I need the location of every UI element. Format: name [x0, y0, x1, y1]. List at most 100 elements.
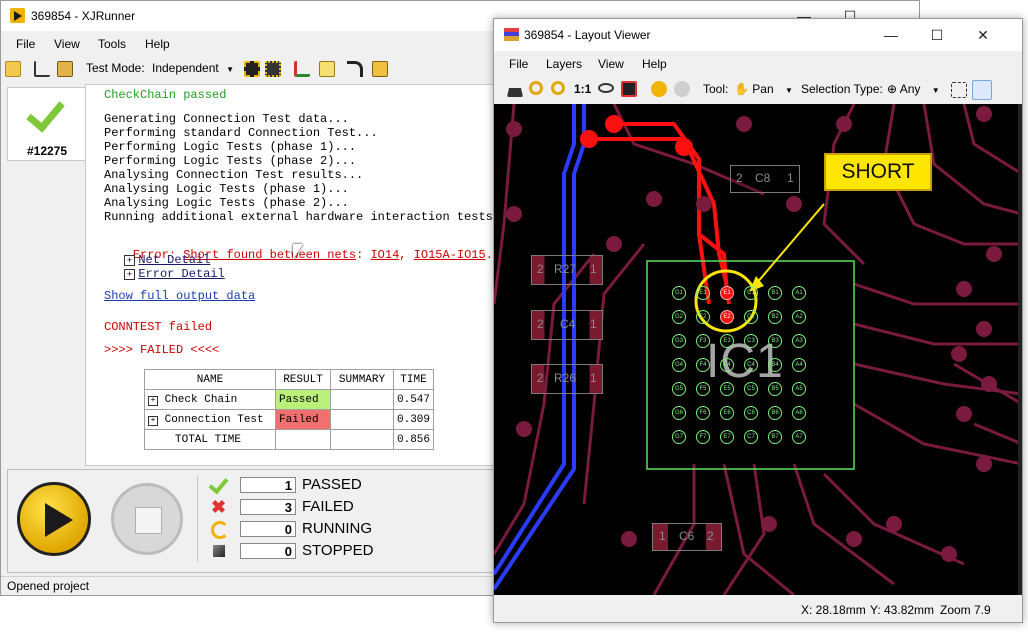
menu-help[interactable]: Help — [145, 37, 170, 51]
viewer-menu-help[interactable]: Help — [642, 57, 667, 71]
ic-pad[interactable]: G6 — [672, 406, 686, 420]
component-pin: 1 — [590, 371, 597, 385]
project-icon[interactable] — [57, 61, 73, 77]
component-label: R26 — [554, 371, 577, 385]
chip-icon[interactable] — [244, 61, 260, 77]
forward-arrow-icon[interactable] — [674, 81, 690, 97]
chevron-down-icon: ▼ — [226, 65, 234, 74]
ic-pad[interactable]: C6 — [744, 406, 758, 420]
ic-pad-shorted[interactable]: E2 — [720, 310, 734, 324]
stop-button[interactable] — [111, 483, 183, 555]
net-detail-expander[interactable]: + Net Detail — [124, 252, 210, 267]
tool-value: Pan — [752, 82, 774, 96]
ic-pad[interactable]: B4 — [768, 358, 782, 372]
chip-pair-icon[interactable] — [265, 61, 281, 77]
eye-icon[interactable] — [598, 83, 614, 93]
ic-pad[interactable]: C3 — [744, 334, 758, 348]
passed-count: 1 — [240, 477, 296, 493]
ic-pad[interactable]: F3 — [696, 334, 710, 348]
report-icon[interactable] — [319, 61, 335, 77]
box-select-icon[interactable] — [951, 82, 967, 98]
ic-pad[interactable]: A7 — [792, 430, 806, 444]
expand-plus-icon[interactable]: + — [148, 395, 158, 406]
ic-pad[interactable]: G4 — [672, 358, 686, 372]
ic-pad[interactable]: B3 — [768, 334, 782, 348]
ic-pad[interactable]: F6 — [696, 406, 710, 420]
component-r27[interactable]: 2 R27 1 — [531, 255, 603, 285]
tool-select[interactable]: ✋ Pan ▼ — [734, 82, 793, 96]
pcb-canvas[interactable]: 2 C8 1 2 R27 1 2 C4 1 2 R26 1 1 C6 2 IC1 — [494, 104, 1022, 595]
component-r26[interactable]: 2 R26 1 — [531, 364, 603, 394]
ic-pad[interactable]: G1 — [672, 286, 686, 300]
viewer-maximize-button[interactable]: ☐ — [914, 19, 960, 51]
ic-pad[interactable]: F5 — [696, 382, 710, 396]
ic-pad[interactable]: B5 — [768, 382, 782, 396]
ic-pad[interactable]: C5 — [744, 382, 758, 396]
ic-pad[interactable]: E1 — [696, 286, 710, 300]
ic-pad[interactable]: E6 — [720, 406, 734, 420]
home-icon[interactable] — [507, 81, 523, 97]
menu-file[interactable]: File — [16, 37, 35, 51]
component-c8[interactable]: 2 C8 1 — [730, 165, 800, 193]
viewer-menu-layers[interactable]: Layers — [546, 57, 582, 71]
bar-chart-icon[interactable] — [294, 61, 310, 77]
error-detail-expander[interactable]: + Error Detail — [124, 266, 225, 281]
zoom-out-icon[interactable] — [529, 81, 543, 95]
ic-pad[interactable]: G2 — [672, 310, 686, 324]
ic-pad[interactable]: G7 — [672, 430, 686, 444]
run-button[interactable] — [17, 482, 91, 556]
menu-view[interactable]: View — [54, 37, 80, 51]
expand-plus-icon[interactable]: + — [148, 415, 158, 426]
viewer-minimize-button[interactable]: — — [868, 19, 914, 51]
net-link-io14[interactable]: IO14 — [370, 248, 399, 262]
ic-pad[interactable]: F2 — [696, 310, 710, 324]
component-c6[interactable]: 1 C6 2 — [652, 523, 722, 551]
highlight-icon[interactable] — [621, 81, 637, 97]
show-full-output-link[interactable]: Show full output data — [104, 289, 255, 303]
ic-pad[interactable]: F4 — [696, 358, 710, 372]
selection-type-select[interactable]: ⊕ Any ▼ — [887, 82, 940, 96]
ic-pad[interactable]: A4 — [792, 358, 806, 372]
ic-pad[interactable]: B7 — [768, 430, 782, 444]
table-row[interactable]: + Connection Test Failed 0.309 — [144, 409, 435, 430]
viewer-close-button[interactable]: ✕ — [960, 19, 1006, 51]
viewer-menu-file[interactable]: File — [509, 57, 528, 71]
ic-pad[interactable]: C4 — [744, 358, 758, 372]
ic-pad[interactable]: E4 — [720, 358, 734, 372]
component-c4[interactable]: 2 C4 1 — [531, 310, 603, 340]
menu-tools[interactable]: Tools — [98, 37, 126, 51]
printer-icon[interactable] — [372, 61, 388, 77]
ic-pad[interactable]: C7 — [744, 430, 758, 444]
ic-pad[interactable]: C1 — [744, 286, 758, 300]
ic-pad[interactable]: B2 — [768, 310, 782, 324]
pointer-icon[interactable] — [972, 80, 992, 100]
ic-pad[interactable]: B6 — [768, 406, 782, 420]
ic-pad[interactable]: A5 — [792, 382, 806, 396]
table-row[interactable]: + Check Chain Passed 0.547 — [144, 389, 435, 410]
vertical-scrollbar[interactable] — [1018, 104, 1022, 595]
ic-pad[interactable]: A3 — [792, 334, 806, 348]
ic-pad[interactable]: B1 — [768, 286, 782, 300]
tree-icon[interactable] — [34, 61, 50, 77]
ic-pad[interactable]: G5 — [672, 382, 686, 396]
ic-pad[interactable]: G3 — [672, 334, 686, 348]
zoom-in-icon[interactable] — [551, 81, 565, 95]
ic-pad[interactable]: E5 — [720, 382, 734, 396]
viewer-toolbar: 1:1 Tool: ✋ Pan ▼ Selection Type: ⊕ Any … — [494, 79, 1022, 101]
viewer-menu-view[interactable]: View — [598, 57, 624, 71]
test-mode-select[interactable]: Independent ▼ — [152, 61, 234, 75]
viewer-titlebar[interactable]: 369854 - Layout Viewer — ☐ ✕ — [494, 19, 1022, 51]
ic-pad[interactable]: E7 — [720, 430, 734, 444]
net-link-io15[interactable]: IO15A-IO15 — [414, 248, 486, 262]
ic-pad[interactable]: F7 — [696, 430, 710, 444]
open-folder-icon[interactable] — [5, 61, 21, 77]
redo-arrow-icon[interactable] — [347, 61, 363, 77]
ic-pad[interactable]: A6 — [792, 406, 806, 420]
ic-pad[interactable]: A2 — [792, 310, 806, 324]
zoom-reset-button[interactable]: 1:1 — [574, 82, 591, 96]
ic-pad-shorted[interactable]: E1 — [720, 286, 734, 300]
ic-pad[interactable]: C2 — [744, 310, 758, 324]
ic-pad[interactable]: A1 — [792, 286, 806, 300]
back-arrow-icon[interactable] — [651, 81, 667, 97]
ic-pad[interactable]: E3 — [720, 334, 734, 348]
